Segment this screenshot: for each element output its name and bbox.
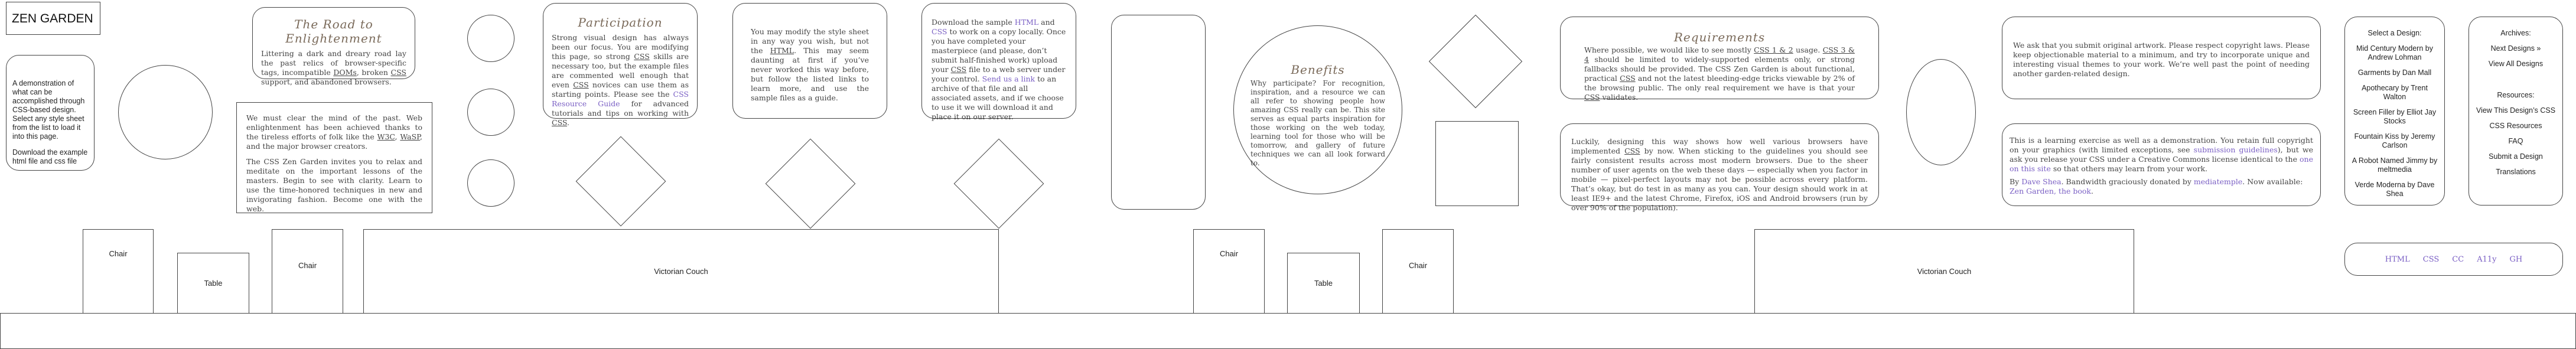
- table-label: Table: [204, 279, 223, 288]
- table-label: Table: [1314, 279, 1333, 288]
- download-example-link[interactable]: Download the example html file and css f…: [12, 148, 88, 166]
- resources-heading: Resources:: [2497, 91, 2535, 99]
- site-logo[interactable]: ZEN GARDEN: [6, 2, 100, 35]
- decorative-circle: [467, 15, 514, 62]
- table: Table: [177, 253, 249, 314]
- design-item[interactable]: Garments by Dan Mall: [2351, 69, 2438, 77]
- chair: Chair: [1193, 229, 1265, 314]
- sample-html-link[interactable]: HTML: [1015, 18, 1038, 27]
- intro-text: A demonstration of what can be accomplis…: [12, 79, 85, 141]
- footer-link-css[interactable]: CSS: [2423, 255, 2440, 264]
- design-item[interactable]: Fountain Kiss by Jeremy Carlson: [2351, 132, 2438, 150]
- author-link[interactable]: Dave Shea: [2021, 177, 2061, 186]
- design-select-box: Select a Design: Mid Century Modern by A…: [2344, 17, 2445, 206]
- artwork-paragraph: We ask that you submit original artwork.…: [2013, 41, 2310, 78]
- design-item[interactable]: A Robot Named Jimmy by meltmedia: [2351, 156, 2438, 174]
- design-list: Select a Design: Mid Century Modern by A…: [2351, 29, 2438, 198]
- requirements-box: Requirements Where possible, we would li…: [1560, 17, 1879, 102]
- table: Table: [1287, 253, 1360, 314]
- send-us-a-link[interactable]: Send us a link: [982, 74, 1035, 83]
- participation-paragraph-1: Strong visual design has always been our…: [552, 33, 689, 127]
- resource-link[interactable]: CSS Resources: [2474, 122, 2558, 131]
- road-body-box: We must clear the mind of the past. Web …: [236, 102, 432, 213]
- victorian-couch: Victorian Couch: [1754, 229, 2134, 314]
- benefits-paragraph: Why participate? For recognition, inspir…: [1250, 79, 1385, 167]
- victorian-couch: Victorian Couch: [363, 229, 999, 314]
- credits-paragraph: By Dave Shea. Bandwidth graciously donat…: [2010, 177, 2303, 195]
- footer-link-gh[interactable]: GH: [2509, 255, 2522, 264]
- requirements-paragraph-2: Luckily, designing this way shows how we…: [1571, 137, 1868, 212]
- license-box: This is a learning exercise as well as a…: [2002, 123, 2321, 206]
- license-paragraph: This is a learning exercise as well as a…: [2010, 136, 2313, 173]
- design-item[interactable]: Screen Filler by Elliot Jay Stocks: [2351, 108, 2438, 126]
- logo-box: ZEN GARDEN: [6, 2, 100, 35]
- resource-link[interactable]: View This Design’s CSS: [2474, 106, 2558, 115]
- road-paragraph-2: We must clear the mind of the past. Web …: [246, 113, 422, 151]
- next-designs-link[interactable]: Next Designs »: [2474, 44, 2558, 53]
- decorative-diamond: [575, 136, 666, 227]
- floor-bar: [0, 313, 2576, 349]
- footer-link-html[interactable]: HTML: [2385, 255, 2410, 264]
- participation-3-box: Download the sample HTML and CSS to work…: [921, 3, 1076, 121]
- decorative-rect: [1435, 121, 1519, 206]
- artwork-box: We ask that you submit original artwork.…: [2002, 17, 2321, 99]
- chair: Chair: [272, 229, 343, 314]
- road-title: The Road to Enlightenment: [285, 17, 382, 45]
- archives-box: Archives: Next Designs » View All Design…: [2468, 17, 2563, 206]
- chair-label: Chair: [1408, 261, 1428, 270]
- decorative-circle: [467, 89, 514, 136]
- requirements-paragraph-1: Where possible, we would like to see mos…: [1584, 45, 1855, 102]
- submission-guidelines-link[interactable]: submission guidelines: [2194, 145, 2278, 154]
- footer-link-cc[interactable]: CC: [2452, 255, 2464, 264]
- archives-list: Archives: Next Designs » View All Design…: [2474, 29, 2558, 177]
- participation-box: Participation Strong visual design has a…: [543, 3, 698, 127]
- resource-link[interactable]: FAQ: [2474, 137, 2558, 146]
- intro-box: A demonstration of what can be accomplis…: [6, 55, 95, 171]
- chair-label: Chair: [1219, 249, 1239, 258]
- design-list-heading: Select a Design:: [2367, 29, 2422, 37]
- archives-heading: Archives:: [2500, 29, 2531, 37]
- road-preamble-box: The Road to Enlightenment Littering a da…: [252, 7, 415, 86]
- requirements-title: Requirements: [1673, 30, 1766, 44]
- couch-label: Victorian Couch: [654, 267, 708, 276]
- decorative-circle: [118, 65, 213, 159]
- chair-label: Chair: [109, 249, 128, 258]
- decorative-rounded-rect: [1111, 15, 1206, 210]
- decorative-diamond: [1428, 14, 1523, 109]
- couch-label: Victorian Couch: [1917, 267, 1972, 276]
- design-item[interactable]: Verde Moderna by Dave Shea: [2351, 181, 2438, 198]
- decorative-circle: [467, 159, 514, 207]
- chair: Chair: [83, 229, 154, 314]
- view-all-designs-link[interactable]: View All Designs: [2474, 60, 2558, 69]
- participation-2-box: You may modify the style sheet in any wa…: [732, 3, 887, 119]
- benefits-title: Benefits: [1291, 63, 1345, 77]
- road-paragraph-1: Littering a dark and dreary road lay the…: [261, 49, 406, 86]
- decorative-ellipse: [1906, 59, 1976, 165]
- sample-css-link[interactable]: CSS: [932, 27, 947, 36]
- benefits-circle: Benefits Why participate? For recognitio…: [1233, 25, 1402, 194]
- chair: Chair: [1382, 229, 1454, 314]
- participation-paragraph-3: Download the sample HTML and CSS to work…: [932, 18, 1066, 121]
- resource-link[interactable]: Translations: [2474, 168, 2558, 177]
- resource-link[interactable]: Submit a Design: [2474, 152, 2558, 161]
- requirements-2-box: Luckily, designing this way shows how we…: [1560, 123, 1879, 212]
- participation-title: Participation: [578, 15, 663, 30]
- chair-label: Chair: [298, 261, 317, 270]
- footer-link-a11y[interactable]: A11y: [2477, 255, 2496, 264]
- host-link[interactable]: mediatemple: [2194, 177, 2242, 186]
- design-item[interactable]: Mid Century Modern by Andrew Lohman: [2351, 44, 2438, 62]
- design-item[interactable]: Apothecary by Trent Walton: [2351, 84, 2438, 102]
- participation-paragraph-2: You may modify the style sheet in any wa…: [751, 27, 869, 102]
- book-link[interactable]: Zen Garden, the book: [2010, 187, 2091, 195]
- road-paragraph-3: The CSS Zen Garden invites you to relax …: [246, 157, 422, 213]
- decorative-diamond: [953, 138, 1044, 229]
- decorative-diamond: [765, 138, 856, 229]
- footer-links-box: HTML CSS CC A11y GH: [2344, 243, 2563, 276]
